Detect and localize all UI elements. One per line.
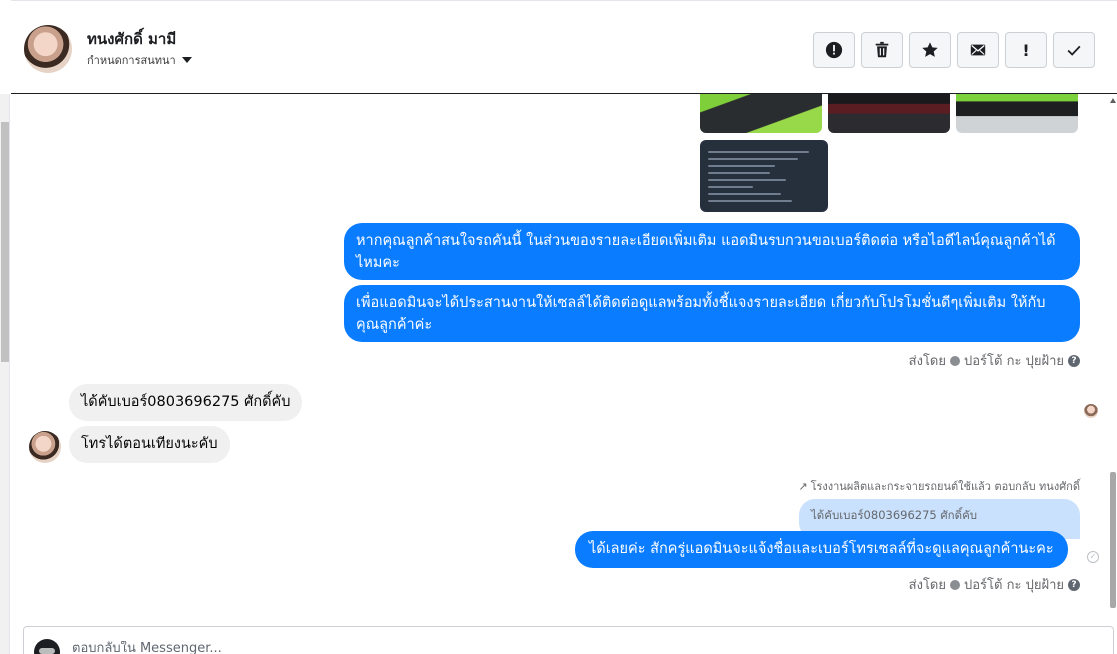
message-thread[interactable]: หากคุณลูกค้าสนใจรถคันนี้ ในส่วนของรายละเ…: [11, 94, 1107, 614]
attachment-image[interactable]: [956, 94, 1078, 133]
outgoing-message[interactable]: หากคุณลูกค้าสนใจรถคันนี้ ในส่วนของรายละเ…: [344, 223, 1080, 280]
follow-up-button[interactable]: !: [1005, 32, 1047, 68]
messenger-inbox: ทนงศักดิ์ มามี กำหนดการสนทนา ! หากคุณลูก…: [0, 0, 1117, 654]
right-scrollbar[interactable]: [1109, 94, 1117, 614]
report-spam-button[interactable]: [813, 32, 855, 68]
contact-avatar-small[interactable]: [29, 431, 61, 463]
reply-context: ↗ โรงงานผลิตและกระจายรถยนต์ใช้แล้ว ตอบกล…: [798, 477, 1080, 495]
incoming-message[interactable]: ได้คับเบอร์0803696275 ศักดิ์คับ: [69, 384, 303, 421]
delete-button[interactable]: [861, 32, 903, 68]
reply-composer: [23, 626, 1114, 654]
page-avatar: [34, 639, 60, 654]
sent-by-name: ปอร์โต้ กะ ปุยฝ้าย: [964, 354, 1064, 369]
star-button[interactable]: [909, 32, 951, 68]
admin-badge-icon: [950, 355, 960, 366]
admin-badge-icon: [950, 579, 960, 590]
attachment-image-spec-sheet[interactable]: [700, 140, 828, 212]
mark-done-button[interactable]: [1053, 32, 1095, 68]
caret-down-icon: [181, 57, 192, 63]
mark-unread-button[interactable]: [957, 32, 999, 68]
scroll-up-arrow-icon[interactable]: [1110, 98, 1116, 103]
sent-by-info: ส่งโดย ปอร์โต้ กะ ปุยฝ้าย ?: [909, 574, 1080, 595]
help-icon[interactable]: ?: [1068, 578, 1080, 591]
contact-name[interactable]: ทนงศักดิ์ มามี: [87, 27, 176, 51]
attachment-image[interactable]: [828, 94, 950, 133]
sent-by-label: ส่งโดย: [908, 354, 946, 369]
left-scrollbar-thumb[interactable]: [1, 122, 9, 362]
contact-avatar[interactable]: [24, 25, 72, 73]
delivered-check-icon: ✓: [1087, 551, 1099, 563]
sent-by-name: ปอร์โต้ กะ ปุยฝ้าย: [964, 578, 1064, 593]
alert-circle-icon: [825, 41, 843, 59]
assign-conversation-dropdown[interactable]: กำหนดการสนทนา: [87, 51, 192, 69]
seen-indicator-avatar: [1084, 404, 1098, 418]
right-scrollbar-thumb[interactable]: [1110, 472, 1116, 608]
sent-by-info: ส่งโดย ปอร์โต้ กะ ปุยฝ้าย ?: [909, 350, 1080, 371]
outgoing-message[interactable]: เพื่อแอดมินจะได้ประสานงานให้เซลล์ได้ติดต…: [344, 285, 1080, 342]
sent-by-label: ส่งโดย: [908, 578, 946, 593]
conversation-header: ทนงศักดิ์ มามี กำหนดการสนทนา !: [11, 0, 1117, 94]
reply-input[interactable]: [72, 641, 972, 654]
help-icon[interactable]: ?: [1068, 354, 1080, 367]
incoming-message[interactable]: โทรได้ตอนเทียงนะคับ: [69, 426, 230, 463]
envelope-icon: [970, 44, 986, 56]
attachment-image[interactable]: [700, 94, 822, 133]
exclamation-icon: !: [1022, 40, 1030, 60]
reply-context-text: โรงงานผลิตและกระจายรถยนต์ใช้แล้ว ตอบกลับ…: [810, 480, 1080, 493]
star-icon: [922, 42, 938, 57]
trash-icon: [875, 41, 889, 58]
left-scrollbar[interactable]: [0, 94, 10, 654]
outgoing-reply-message[interactable]: ได้เลยค่ะ สักครู่แอดมินจะแจ้งชื่อและเบอร…: [575, 531, 1068, 568]
conversation-toolbar: !: [813, 32, 1095, 68]
check-icon: [1067, 45, 1081, 56]
assign-conversation-label: กำหนดการสนทนา: [87, 54, 176, 67]
reply-arrow-icon: ↗: [798, 479, 808, 493]
